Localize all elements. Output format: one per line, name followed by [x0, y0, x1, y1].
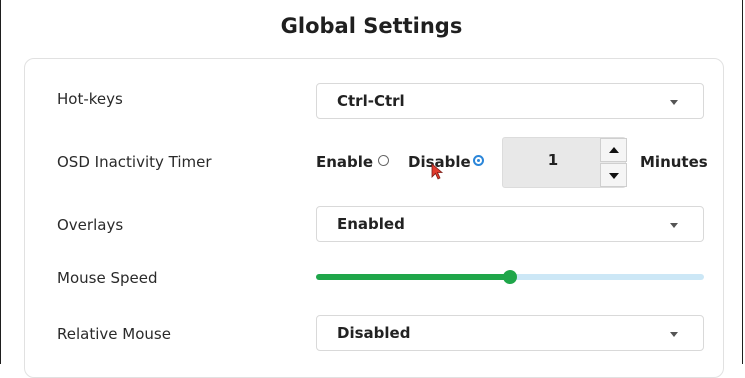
- stepper-up-icon: [609, 147, 619, 153]
- slider-fill: [316, 274, 510, 280]
- chevron-down-icon: [670, 332, 678, 337]
- overlays-value: Enabled: [337, 215, 405, 233]
- overlays-label: Overlays: [57, 216, 124, 234]
- timer-stepper[interactable]: 1: [502, 137, 627, 188]
- hotkeys-select[interactable]: Ctrl-Ctrl: [316, 83, 704, 119]
- osd-timer-label: OSD Inactivity Timer: [57, 153, 212, 171]
- enable-radio[interactable]: [378, 155, 389, 166]
- chevron-down-icon: [670, 100, 678, 105]
- mouse-speed-slider[interactable]: [316, 270, 704, 284]
- relative-mouse-label: Relative Mouse: [57, 325, 171, 343]
- page-title: Global Settings: [280, 14, 463, 38]
- overlays-select[interactable]: Enabled: [316, 206, 704, 242]
- timer-unit-label: Minutes: [640, 153, 708, 171]
- chevron-down-icon: [670, 223, 678, 228]
- stepper-up-button[interactable]: [600, 138, 627, 162]
- stepper-down-button[interactable]: [600, 163, 627, 187]
- hotkeys-value: Ctrl-Ctrl: [337, 92, 405, 110]
- enable-option-label[interactable]: Enable: [316, 153, 373, 171]
- relative-mouse-select[interactable]: Disabled: [316, 315, 704, 351]
- disable-radio[interactable]: [473, 155, 484, 166]
- relative-mouse-value: Disabled: [337, 324, 411, 342]
- stepper-down-icon: [609, 173, 619, 179]
- mouse-cursor-icon: [431, 163, 444, 180]
- timer-value[interactable]: 1: [543, 151, 563, 169]
- settings-window: Global Settings Hot-keys Ctrl-Ctrl OSD I…: [0, 0, 743, 378]
- mouse-speed-label: Mouse Speed: [57, 269, 158, 287]
- hotkeys-label: Hot-keys: [57, 90, 123, 108]
- slider-thumb[interactable]: [503, 270, 517, 284]
